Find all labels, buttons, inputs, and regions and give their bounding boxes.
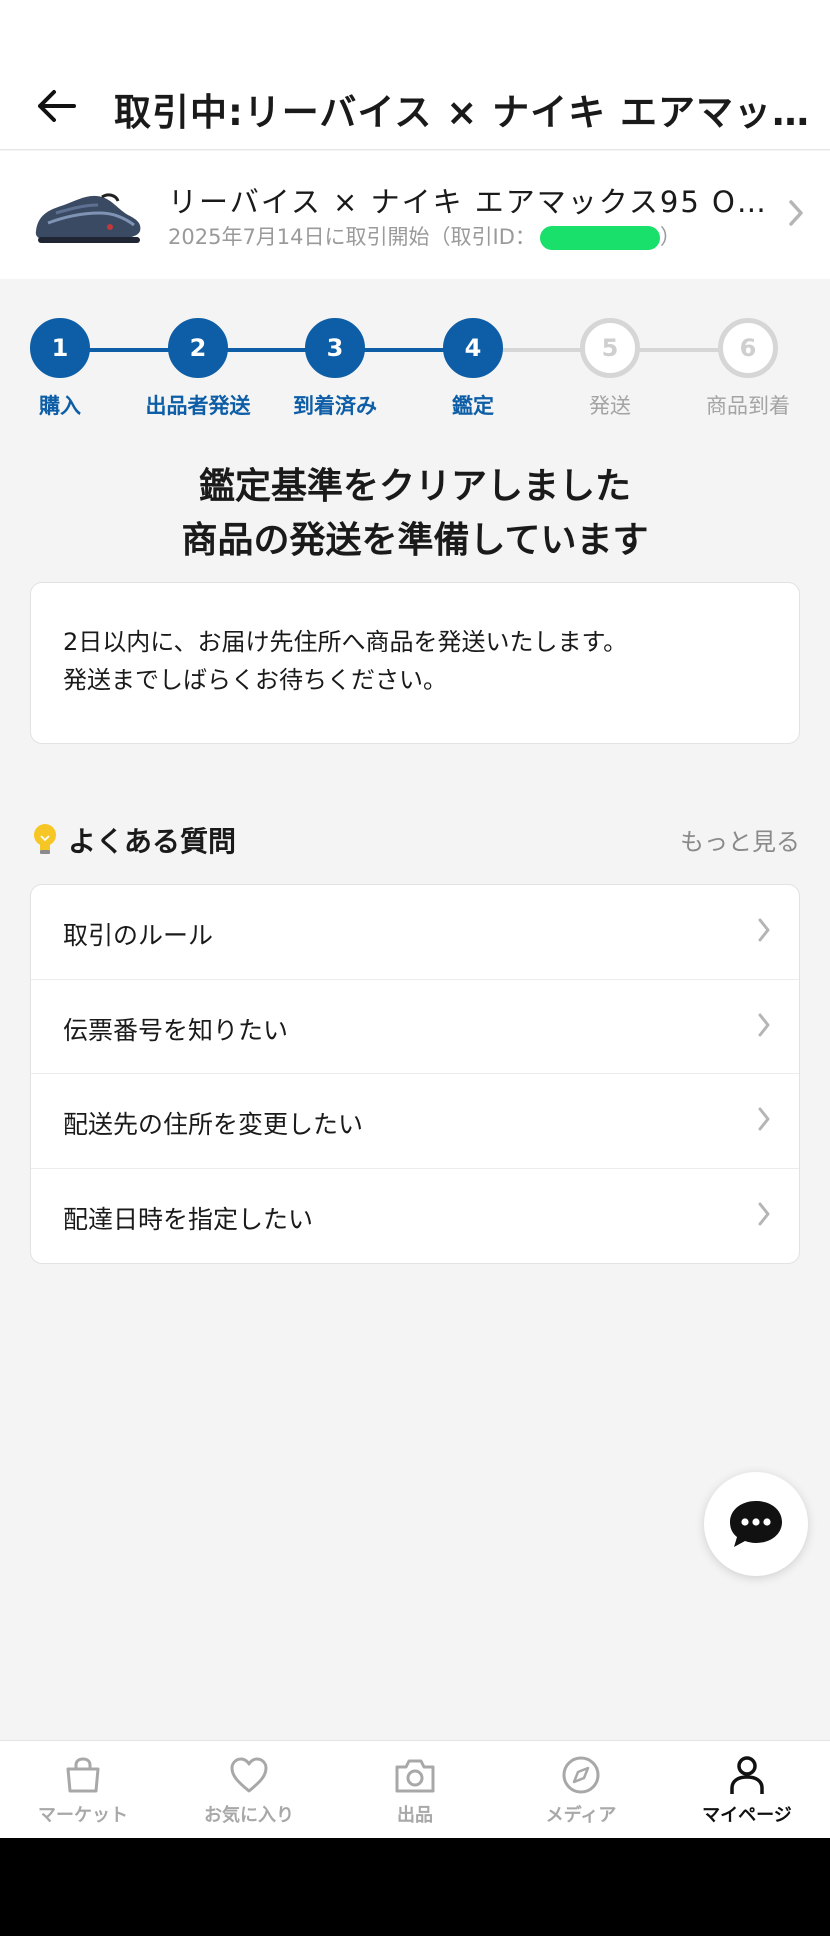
chevron-right-icon [758,918,770,942]
bottom-navigation: マーケット お気に入り 出品 メディア マイページ [0,1740,830,1838]
step-circle: 1 [30,318,90,378]
nav-item-media[interactable]: メディア [498,1751,664,1827]
chevron-right-icon [758,1107,770,1131]
redacted-transaction-id [539,226,660,250]
faq-item-rules[interactable]: 取引のルール [31,885,799,980]
step-circle: 3 [305,318,365,378]
faq-more-link[interactable]: もっと見る [680,822,800,857]
step-label: 出品者発送 [145,394,251,418]
status-heading: 鑑定基準をクリアしました 商品の発送を準備しています [0,460,830,568]
camera-icon [395,1759,435,1793]
transaction-meta: 2025年7月14日に取引開始（取引ID： ） [168,221,681,251]
transaction-date: 2025年7月14日に取引開始（取引ID： [168,225,536,249]
nav-item-mypage[interactable]: マイページ [664,1751,830,1827]
transaction-meta-suffix: ） [659,225,681,249]
step-6: 6 商品到着 [678,310,818,420]
product-thumbnail [35,193,141,243]
chat-bubble-icon [730,1501,782,1547]
nav-item-market[interactable]: マーケット [0,1751,166,1827]
chevron-right-icon [789,200,803,226]
nav-label: お気に入り [204,1805,294,1826]
faq-item-delivery-time[interactable]: 配達日時を指定したい [31,1169,799,1264]
step-circle: 4 [443,318,503,378]
product-name: リーバイス × ナイキ エアマックス95 OG "Denim" [168,185,770,219]
lightbulb-icon [34,824,56,854]
app-header: 取引中:リーバイス × ナイキ エアマックス95 OG "Denim" [0,0,830,150]
nav-item-sell[interactable]: 出品 [332,1751,498,1827]
chevron-right-icon [758,1202,770,1225]
step-label: 発送 [589,394,631,418]
status-heading-line2: 商品の発送を準備しています [181,520,649,561]
faq-item-tracking-number[interactable]: 伝票番号を知りたい [31,980,799,1074]
faq-list: 取引のルール 伝票番号を知りたい 配送先の住所を変更したい 配達日時を指定したい [30,884,800,1264]
nav-label: メディア [545,1805,617,1826]
faq-title: よくある質問 [68,825,237,858]
status-message-card: 2日以内に、お届け先住所へ商品を発送いたします。 発送までしばらくお待ちください… [30,582,800,744]
faq-item-label: 伝票番号を知りたい [63,1015,289,1045]
chevron-right-icon [758,1013,770,1036]
nav-item-favorites[interactable]: お気に入り [166,1751,332,1827]
arrow-left-icon [38,90,76,122]
nav-label: 出品 [397,1805,433,1826]
step-circle: 2 [168,318,228,378]
faq-item-change-address[interactable]: 配送先の住所を変更したい [31,1074,799,1169]
back-button[interactable] [30,80,82,132]
status-heading-line1: 鑑定基準をクリアしました [198,466,631,507]
progress-stepper: 1 購入 2 出品者発送 3 到着済み 4 鑑定 5 発送 6 商品到着 [0,310,830,430]
step-label: 購入 [39,394,81,418]
nav-label: マーケット [38,1805,128,1826]
person-icon [730,1756,764,1794]
status-message-line2: 発送までしばらくお待ちください。 [63,666,447,694]
step-label: 商品到着 [706,394,790,418]
page-title: 取引中:リーバイス × ナイキ エアマックス95 OG "Denim" [114,91,814,134]
heart-icon [230,1757,268,1793]
faq-item-label: 配達日時を指定したい [63,1204,314,1234]
compass-icon [562,1756,600,1794]
step-4: 4 鑑定 [403,310,543,420]
status-message-line1: 2日以内に、お届け先住所へ商品を発送いたします。 [63,628,628,656]
step-label: 鑑定 [452,394,494,418]
faq-header: よくある質問 もっと見る [30,818,800,862]
nav-label: マイページ [702,1805,792,1826]
system-navigation-bar [0,1838,830,1936]
step-circle: 6 [718,318,778,378]
step-3: 3 到着済み [265,310,405,420]
faq-item-label: 配送先の住所を変更したい [63,1110,364,1139]
step-label: 到着済み [293,394,377,418]
step-2: 2 出品者発送 [128,310,268,420]
step-5: 5 発送 [540,310,680,420]
bag-icon [66,1757,100,1793]
chat-button[interactable] [704,1472,808,1576]
product-summary[interactable]: リーバイス × ナイキ エアマックス95 OG "Denim" 2025年7月1… [0,151,830,279]
step-1: 1 購入 [0,310,130,420]
step-circle: 5 [580,318,640,378]
faq-item-label: 取引のルール [63,921,214,950]
